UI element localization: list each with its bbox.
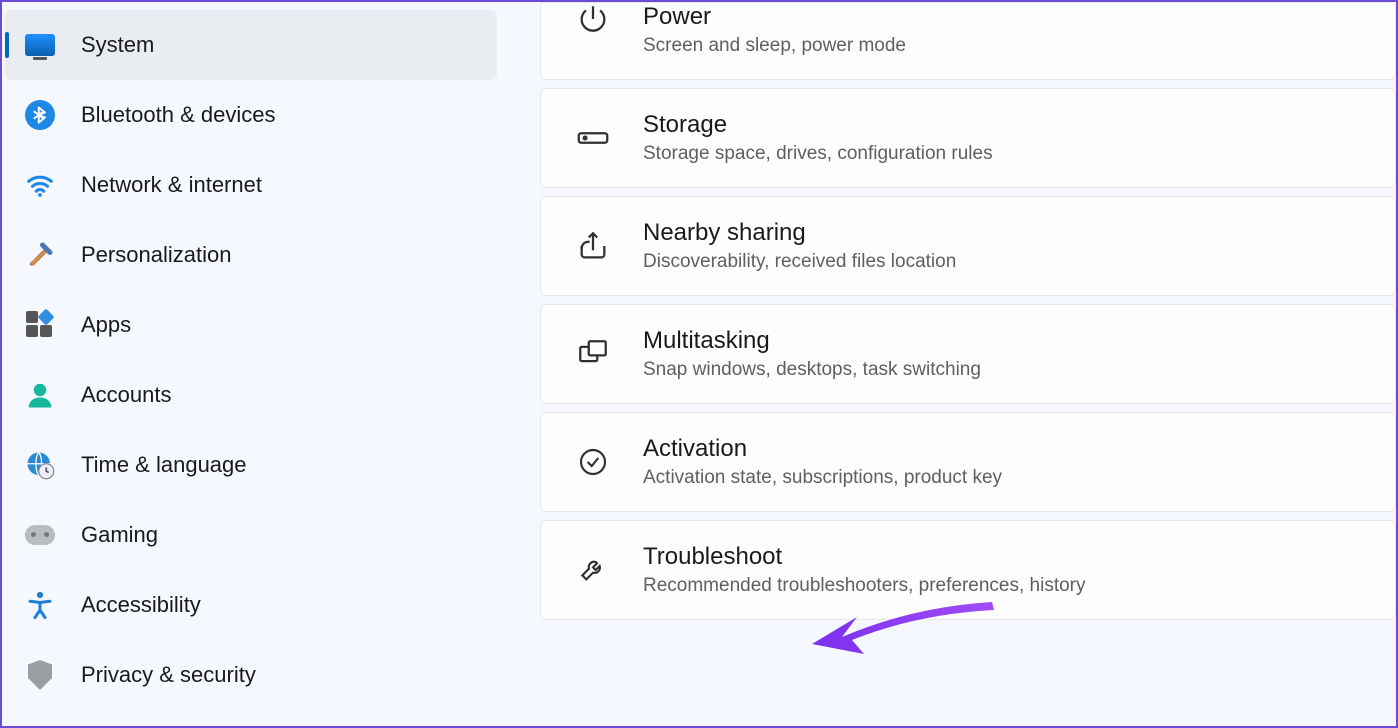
monitor-icon (23, 28, 57, 62)
shield-icon (23, 658, 57, 692)
gamepad-icon (23, 518, 57, 552)
card-title: Nearby sharing (643, 219, 956, 247)
settings-content: Power Screen and sleep, power mode Stora… (500, 2, 1396, 726)
apps-icon (23, 308, 57, 342)
card-title: Activation (643, 435, 1002, 463)
multitasking-icon (571, 332, 615, 376)
card-subtitle: Storage space, drives, configuration rul… (643, 143, 993, 165)
card-subtitle: Activation state, subscriptions, product… (643, 467, 1002, 489)
sidebar-item-system[interactable]: System (5, 10, 497, 80)
bluetooth-icon (23, 98, 57, 132)
person-icon (23, 378, 57, 412)
card-subtitle: Snap windows, desktops, task switching (643, 359, 981, 381)
sidebar: System Bluetooth & devices Network & int… (2, 2, 500, 726)
sidebar-item-apps[interactable]: Apps (5, 290, 497, 360)
paintbrush-icon (23, 238, 57, 272)
power-icon (571, 0, 615, 41)
sidebar-item-label: Gaming (81, 522, 158, 548)
sidebar-item-label: Time & language (81, 452, 247, 478)
card-subtitle: Recommended troubleshooters, preferences… (643, 575, 1086, 597)
sidebar-item-label: Privacy & security (81, 662, 256, 688)
settings-card-nearby-sharing[interactable]: Nearby sharing Discoverability, received… (540, 196, 1396, 296)
globe-clock-icon (23, 448, 57, 482)
sidebar-item-accounts[interactable]: Accounts (5, 360, 497, 430)
sidebar-item-label: System (81, 32, 154, 58)
card-title: Multitasking (643, 327, 981, 355)
accessibility-icon (23, 588, 57, 622)
sidebar-item-personalization[interactable]: Personalization (5, 220, 497, 290)
sidebar-item-label: Network & internet (81, 172, 262, 198)
card-subtitle: Screen and sleep, power mode (643, 35, 906, 57)
sidebar-item-network[interactable]: Network & internet (5, 150, 497, 220)
card-subtitle: Discoverability, received files location (643, 251, 956, 273)
share-icon (571, 224, 615, 268)
sidebar-item-bluetooth[interactable]: Bluetooth & devices (5, 80, 497, 150)
settings-card-troubleshoot[interactable]: Troubleshoot Recommended troubleshooters… (540, 520, 1396, 620)
sidebar-item-gaming[interactable]: Gaming (5, 500, 497, 570)
storage-icon (571, 116, 615, 160)
settings-card-storage[interactable]: Storage Storage space, drives, configura… (540, 88, 1396, 188)
check-circle-icon (571, 440, 615, 484)
sidebar-item-label: Accounts (81, 382, 172, 408)
card-title: Storage (643, 111, 993, 139)
card-title: Troubleshoot (643, 543, 1086, 571)
sidebar-item-privacy-security[interactable]: Privacy & security (5, 640, 497, 710)
card-title: Power (643, 3, 906, 31)
sidebar-item-accessibility[interactable]: Accessibility (5, 570, 497, 640)
sidebar-item-label: Accessibility (81, 592, 201, 618)
sidebar-item-label: Apps (81, 312, 131, 338)
wifi-icon (23, 168, 57, 202)
sidebar-item-label: Personalization (81, 242, 231, 268)
settings-card-power[interactable]: Power Screen and sleep, power mode (540, 2, 1396, 80)
settings-card-multitasking[interactable]: Multitasking Snap windows, desktops, tas… (540, 304, 1396, 404)
sidebar-item-label: Bluetooth & devices (81, 102, 275, 128)
sidebar-item-time-language[interactable]: Time & language (5, 430, 497, 500)
wrench-icon (571, 548, 615, 592)
settings-card-activation[interactable]: Activation Activation state, subscriptio… (540, 412, 1396, 512)
